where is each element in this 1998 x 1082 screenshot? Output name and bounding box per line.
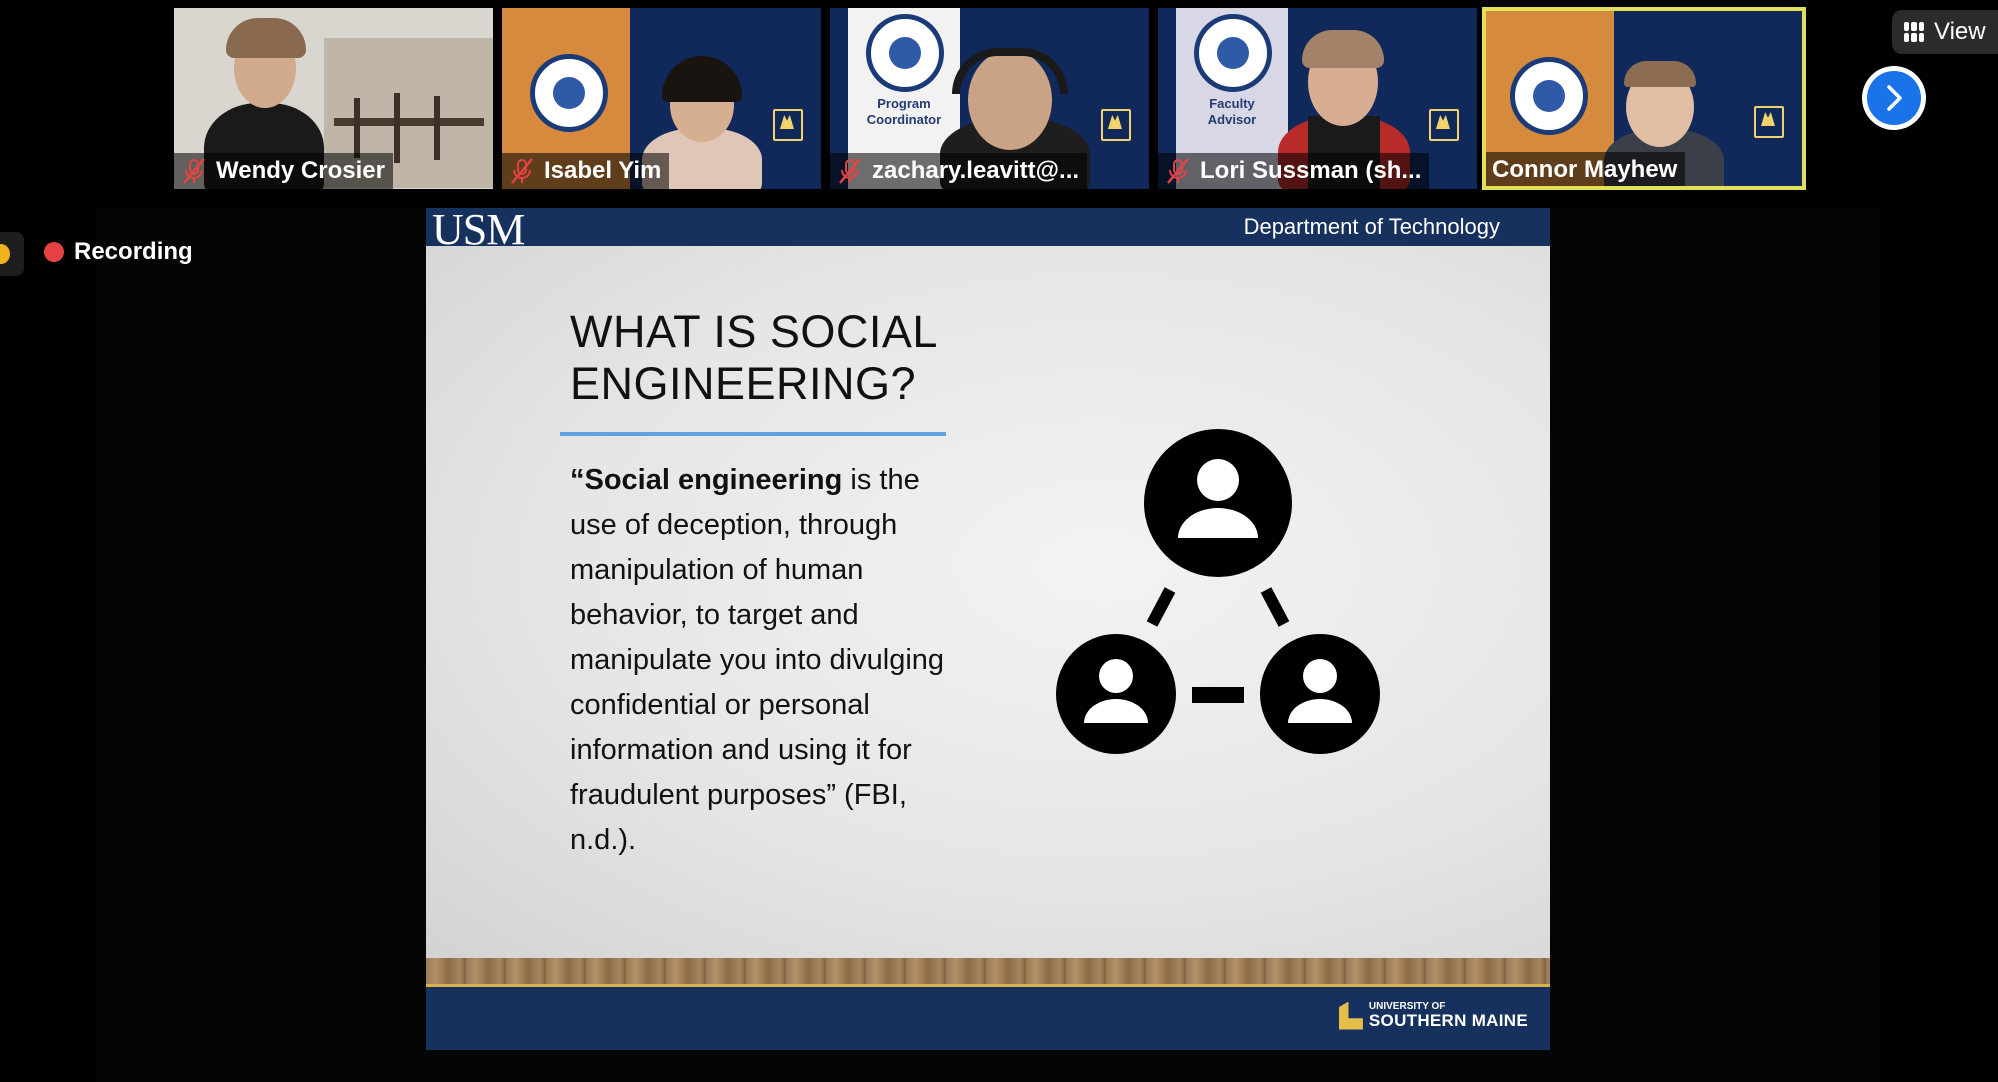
slide-title: WHAT IS SOCIAL ENGINEERING?: [570, 306, 938, 409]
university-logo: UNIVERSITY OF SOUTHERN MAINE: [1338, 1001, 1528, 1030]
participant-tile-zachary-leavitt[interactable]: Program Coordinator zachary.leavitt@...: [830, 8, 1149, 189]
banner-label: Program Coordinator: [866, 96, 942, 127]
title-underline: [560, 432, 946, 436]
participant-name: Lori Sussman (sh...: [1200, 157, 1422, 184]
chevron-right-icon: [1887, 85, 1902, 111]
cybersecurity-ambassador-seal-icon: [530, 54, 608, 132]
participant-name: Wendy Crosier: [216, 157, 385, 184]
banner-label: Faculty Advisor: [1207, 96, 1257, 127]
body-bold-term: “Social engineering: [570, 464, 843, 496]
participant-name: zachary.leavitt@...: [872, 157, 1080, 184]
participant-tile-lori-sussman[interactable]: Faculty Advisor Lori Sussman (sh...: [1158, 8, 1477, 189]
person-hair: [1302, 30, 1384, 68]
name-bar: Isabel Yim: [502, 153, 670, 189]
record-dot-icon: [44, 242, 64, 262]
view-label: View: [1934, 18, 1986, 45]
slide-header: USM Department of Technology: [426, 208, 1550, 252]
muted-mic-icon: [183, 158, 205, 184]
usm-logo: USM: [432, 208, 525, 254]
cybersecurity-ambassador-seal-icon: [1194, 14, 1272, 92]
muted-mic-icon: [1167, 158, 1189, 184]
person-hair: [226, 18, 306, 58]
next-page-button[interactable]: [1862, 66, 1926, 130]
participant-tile-connor-mayhew[interactable]: Connor Mayhew: [1482, 7, 1806, 190]
usm-logo-icon: [1101, 109, 1131, 141]
usm-logo-icon: [1429, 109, 1459, 141]
name-bar: Wendy Crosier: [174, 153, 393, 189]
person-hair: [662, 56, 742, 102]
shared-slide: USM Department of Technology WHAT IS SOC…: [426, 208, 1550, 1050]
name-bar: Lori Sussman (sh...: [1158, 153, 1430, 189]
slide-footer: UNIVERSITY OF SOUTHERN MAINE: [426, 987, 1550, 1050]
cybersecurity-ambassador-seal-icon: [866, 14, 944, 92]
cybersecurity-ambassador-seal-icon: [1510, 57, 1588, 135]
slide-body-text: “Social engineering is the use of decept…: [570, 458, 950, 863]
name-bar: zachary.leavitt@...: [830, 153, 1088, 189]
participant-name: Isabel Yim: [544, 157, 662, 184]
view-button[interactable]: View: [1892, 10, 1998, 54]
person-hair: [1624, 61, 1696, 87]
body-definition: is the use of deception, through manipul…: [570, 464, 945, 856]
people-network-icon: [1056, 429, 1380, 754]
grid-view-icon: [1904, 22, 1924, 42]
headphones-icon: [952, 48, 1068, 94]
muted-mic-icon: [839, 158, 861, 184]
department-label: Department of Technology: [1243, 214, 1500, 239]
wood-trim: [426, 958, 1550, 986]
muted-mic-icon: [511, 158, 533, 184]
name-bar: Connor Mayhew: [1486, 152, 1686, 186]
recording-indicator[interactable]: Recording: [44, 238, 193, 266]
participant-tile-wendy-crosier[interactable]: Wendy Crosier: [174, 8, 493, 189]
usm-logo-icon: [773, 109, 803, 141]
usm-logo-icon: [1754, 106, 1784, 138]
recording-label: Recording: [74, 238, 193, 265]
university-label-big: SOUTHERN MAINE: [1368, 1011, 1528, 1030]
usm-lighthouse-icon: [1338, 1001, 1363, 1030]
participant-name: Connor Mayhew: [1492, 156, 1678, 183]
reaction-tab[interactable]: [0, 232, 24, 276]
participant-tile-isabel-yim[interactable]: Isabel Yim: [502, 8, 821, 189]
